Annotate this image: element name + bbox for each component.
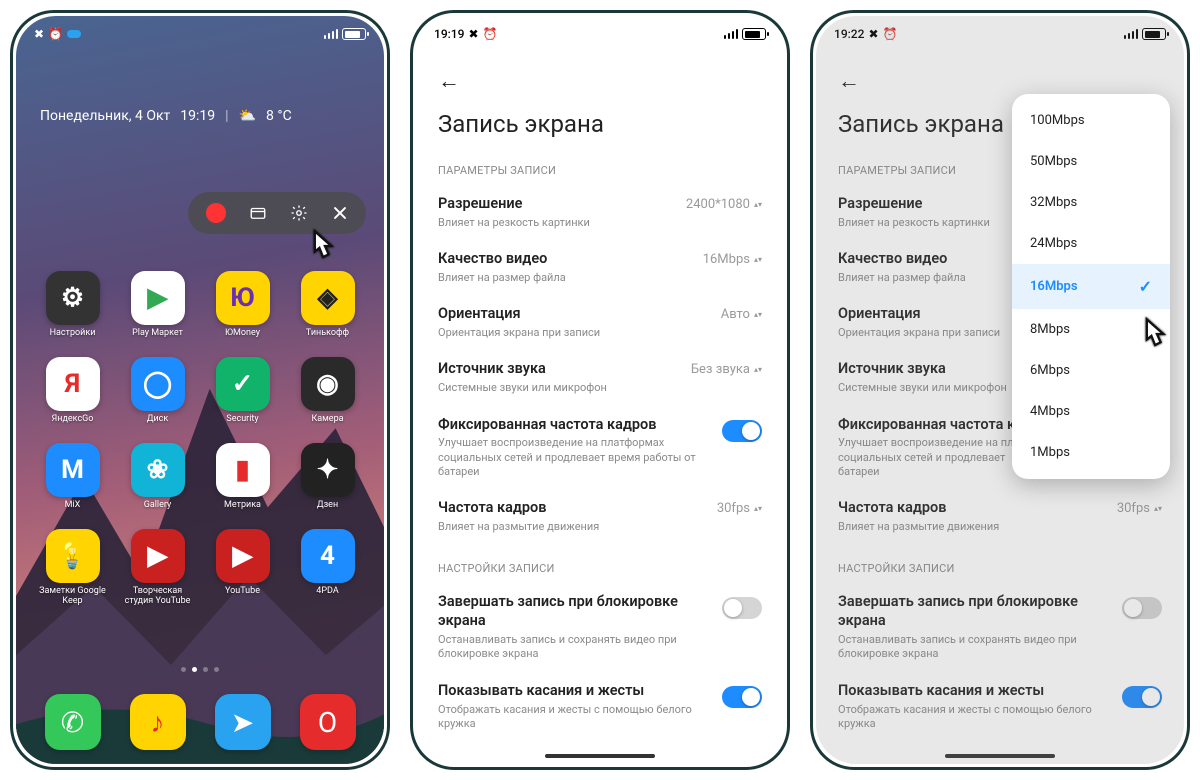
app-6[interactable]: ✓Security xyxy=(206,357,279,425)
app-14[interactable]: ▶YouTube xyxy=(206,529,279,607)
section-header-recording: НАСТРОЙКИ ЗАПИСИ xyxy=(816,544,1184,583)
chevron-updown-icon: ▴▾ xyxy=(1154,507,1162,511)
phone-settings: 19:19 ✖ ⏰ ← Запись экрана ПАРАМЕТРЫ ЗАПИ… xyxy=(410,10,790,770)
status-bar: 19:19 ✖ ⏰ xyxy=(416,16,784,48)
folder-icon[interactable] xyxy=(249,204,267,222)
row-orientation[interactable]: ОриентацияОриентация экрана при записи А… xyxy=(416,295,784,350)
close-icon[interactable] xyxy=(331,204,349,222)
signal-icon xyxy=(324,29,339,39)
check-icon: ✓ xyxy=(1139,277,1152,296)
toggle-end-on-lock[interactable] xyxy=(1122,597,1162,619)
alarm-icon: ⏰ xyxy=(48,27,63,41)
widget-time: 19:19 xyxy=(180,108,215,124)
dropdown-option[interactable]: 1Mbps xyxy=(1012,432,1170,473)
dock-phone[interactable]: ✆ xyxy=(45,694,101,750)
app-3[interactable]: ◈Тинькофф xyxy=(291,271,364,339)
dropdown-option[interactable]: 6Mbps xyxy=(1012,350,1170,391)
pill-icon xyxy=(67,30,81,38)
app-4[interactable]: ЯЯндексGo xyxy=(36,357,109,425)
toggle-show-touches[interactable] xyxy=(722,686,762,708)
chevron-updown-icon: ▴▾ xyxy=(754,258,762,262)
app-8[interactable]: MMiX xyxy=(36,443,109,511)
app-grid: ⚙Настройки▶Play МаркетЮЮMoney◈Тинькофф ЯЯ… xyxy=(16,271,384,606)
app-12[interactable]: 💡Заметки Google Keep xyxy=(36,529,109,607)
dock-telegram[interactable]: ➤ xyxy=(215,694,271,750)
app-15[interactable]: 44PDA xyxy=(291,529,364,607)
app-1[interactable]: ▶Play Маркет xyxy=(121,271,194,339)
row-show-touches[interactable]: Показывать касания и жестыОтображать кас… xyxy=(416,672,784,741)
app-0[interactable]: ⚙Настройки xyxy=(36,271,109,339)
status-bar: ✖ ⏰ xyxy=(16,16,384,48)
back-button[interactable]: ← xyxy=(438,68,460,94)
widget-temp: 8 °C xyxy=(266,108,292,124)
toggle-show-touches[interactable] xyxy=(1122,686,1162,708)
row-fps[interactable]: Частота кадровВлияет на размытие движени… xyxy=(816,489,1184,544)
nav-handle[interactable] xyxy=(945,754,1055,758)
row-resolution[interactable]: РазрешениеВлияет на резкость картинки 24… xyxy=(416,185,784,240)
battery-icon xyxy=(1142,28,1166,40)
row-end-on-lock[interactable]: Завершать запись при блокировке экранаОс… xyxy=(816,583,1184,671)
app-7[interactable]: ◉Камера xyxy=(291,357,364,425)
gear-icon[interactable] xyxy=(290,204,308,222)
nav-handle[interactable] xyxy=(545,754,655,758)
settings-screen-dimmed[interactable]: 19:22 ✖ ⏰ ← Запись экрана ПАРАМЕТРЫ ЗАПИ… xyxy=(816,16,1184,764)
screen-recorder-toolbar[interactable] xyxy=(188,192,366,234)
row-end-on-lock[interactable]: Завершать запись при блокировке экранаОс… xyxy=(416,583,784,671)
signal-icon xyxy=(1124,29,1139,39)
widget-date: Понедельник, 4 Окт xyxy=(40,108,170,124)
dnd-icon: ✖ xyxy=(868,27,878,41)
row-fixed-fps[interactable]: Фиксированная частота кадровУлучшает вос… xyxy=(416,406,784,490)
status-time: 19:19 xyxy=(434,27,464,41)
phone-settings-dropdown: 19:22 ✖ ⏰ ← Запись экрана ПАРАМЕТРЫ ЗАПИ… xyxy=(810,10,1190,770)
app-5[interactable]: ◯Диск xyxy=(121,357,194,425)
battery-icon xyxy=(742,28,766,40)
app-9[interactable]: ❀Gallery xyxy=(121,443,194,511)
row-fps[interactable]: Частота кадровВлияет на размытие движени… xyxy=(416,489,784,544)
signal-icon xyxy=(724,29,739,39)
battery-icon xyxy=(342,28,366,40)
row-show-touches[interactable]: Показывать касания и жестыОтображать кас… xyxy=(816,672,1184,741)
alarm-icon: ⏰ xyxy=(483,27,498,41)
page-indicator xyxy=(16,667,384,672)
status-time: 19:22 xyxy=(834,27,864,41)
dropdown-option[interactable]: 16Mbps✓ xyxy=(1012,264,1170,309)
app-13[interactable]: ▶Творческая студия YouTube xyxy=(121,529,194,607)
weather-icon: ⛅ xyxy=(239,108,256,124)
dropdown-option[interactable]: 4Mbps xyxy=(1012,391,1170,432)
section-header-params: ПАРАМЕТРЫ ЗАПИСИ xyxy=(416,146,784,185)
app-10[interactable]: ▮Метрика xyxy=(206,443,279,511)
status-bar: 19:22 ✖ ⏰ xyxy=(816,16,1184,48)
phone-home: ✖ ⏰ Понедельник, 4 Окт 19:19 | ⛅ 8 °C xyxy=(10,10,390,770)
dnd-icon: ✖ xyxy=(34,27,44,41)
dnd-icon: ✖ xyxy=(468,27,478,41)
dropdown-option[interactable]: 32Mbps xyxy=(1012,182,1170,223)
chevron-updown-icon: ▴▾ xyxy=(754,203,762,207)
alarm-icon: ⏰ xyxy=(883,27,898,41)
dropdown-option[interactable]: 50Mbps xyxy=(1012,141,1170,182)
toggle-fixed-fps[interactable] xyxy=(722,420,762,442)
app-2[interactable]: ЮЮMoney xyxy=(206,271,279,339)
record-button[interactable] xyxy=(206,203,226,223)
dock-opera[interactable]: O xyxy=(300,694,356,750)
app-11[interactable]: ✦Дзен xyxy=(291,443,364,511)
row-audio[interactable]: Источник звукаСистемные звуки или микроф… xyxy=(416,350,784,405)
chevron-updown-icon: ▴▾ xyxy=(754,368,762,372)
weather-clock-widget[interactable]: Понедельник, 4 Окт 19:19 | ⛅ 8 °C xyxy=(40,108,384,124)
dock-music[interactable]: ♪ xyxy=(130,694,186,750)
section-header-recording: НАСТРОЙКИ ЗАПИСИ xyxy=(416,544,784,583)
back-button[interactable]: ← xyxy=(838,68,860,94)
row-quality[interactable]: Качество видеоВлияет на размер файла 16M… xyxy=(416,240,784,295)
dropdown-option[interactable]: 8Mbps xyxy=(1012,309,1170,350)
dock: ✆ ♪ ➤ O xyxy=(16,694,384,750)
dropdown-option[interactable]: 24Mbps xyxy=(1012,223,1170,264)
page-title: Запись экрана xyxy=(438,110,762,138)
toggle-end-on-lock[interactable] xyxy=(722,597,762,619)
settings-screen[interactable]: 19:19 ✖ ⏰ ← Запись экрана ПАРАМЕТРЫ ЗАПИ… xyxy=(416,16,784,764)
dropdown-option[interactable]: 100Mbps xyxy=(1012,100,1170,141)
chevron-updown-icon: ▴▾ xyxy=(754,507,762,511)
chevron-updown-icon: ▴▾ xyxy=(754,313,762,317)
home-screen[interactable]: ✖ ⏰ Понедельник, 4 Окт 19:19 | ⛅ 8 °C xyxy=(16,16,384,764)
quality-dropdown[interactable]: 100Mbps50Mbps32Mbps24Mbps16Mbps✓8Mbps6Mb… xyxy=(1012,94,1170,479)
